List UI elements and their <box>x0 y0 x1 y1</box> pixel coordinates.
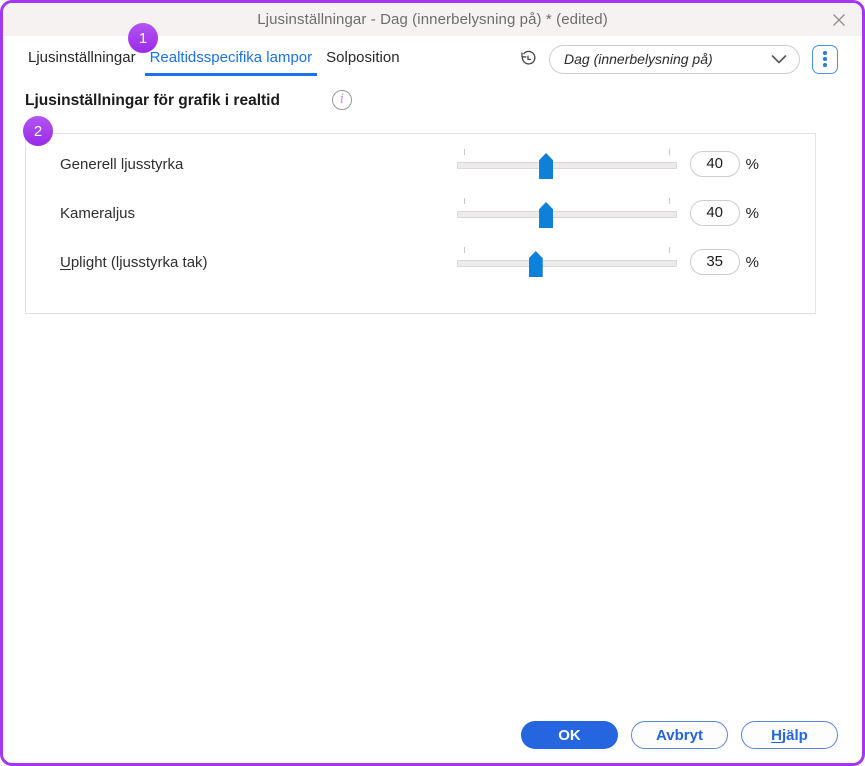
tab-realtidsspecifika-lampor[interactable]: Realtidsspecifika lampor <box>144 42 318 76</box>
chevron-down-icon <box>771 54 787 64</box>
slider-thumb[interactable] <box>539 153 554 179</box>
slider-tick-min <box>463 247 465 253</box>
camera-light-slider[interactable] <box>456 198 677 228</box>
unit-label: % <box>745 253 759 271</box>
uplight-slider[interactable] <box>456 247 677 277</box>
section-heading: Ljusinställningar för grafik i realtid <box>25 92 280 109</box>
slider-row-general-brightness: Generell ljusstyrka 40 % <box>60 149 759 179</box>
slider-thumb[interactable] <box>528 251 543 277</box>
preset-dropdown[interactable]: Dag (innerbelysning på) <box>549 44 800 74</box>
slider-value-field[interactable]: 40 <box>689 200 740 226</box>
unit-label: % <box>745 155 759 173</box>
light-settings-dialog: Ljusinställningar - Dag (innerbelysning … <box>0 0 865 766</box>
ok-button[interactable]: OK <box>521 721 618 749</box>
slider-tick-max <box>668 247 670 253</box>
slider-tick-max <box>668 149 670 155</box>
slider-row-uplight: Uplight (ljusstyrka tak) 35 % <box>60 247 759 277</box>
tab-ljusinstallningar[interactable]: Ljusinställningar <box>23 42 141 76</box>
slider-label: Kameraljus <box>60 204 136 222</box>
slider-track[interactable] <box>456 162 677 169</box>
annotation-badge-2: 2 <box>23 116 53 146</box>
help-button[interactable]: Hjälp <box>741 721 838 749</box>
slider-thumb[interactable] <box>539 202 554 228</box>
unit-label: % <box>745 204 759 222</box>
slider-label: Uplight (ljusstyrka tak) <box>60 253 208 271</box>
history-restore-icon <box>521 50 536 65</box>
kebab-dots-icon <box>823 51 827 67</box>
slider-tick-min <box>463 198 465 204</box>
slider-track[interactable] <box>456 260 677 267</box>
realtime-light-panel: Generell ljusstyrka 40 % Kameraljus 40 %… <box>25 133 816 314</box>
more-options-button[interactable] <box>812 44 838 74</box>
close-button[interactable] <box>828 9 850 31</box>
toolbar-controls: Dag (innerbelysning på) <box>519 42 838 76</box>
general-brightness-slider[interactable] <box>456 149 677 179</box>
cancel-button[interactable]: Avbryt <box>631 721 728 749</box>
footer-buttons: OK Avbryt Hjälp <box>521 721 838 749</box>
preset-dropdown-value: Dag (innerbelysning på) <box>564 51 713 67</box>
history-button[interactable] <box>519 50 537 68</box>
close-icon <box>833 13 845 26</box>
dialog-title: Ljusinställningar - Dag (innerbelysning … <box>257 11 608 28</box>
info-icon[interactable]: i <box>332 90 352 110</box>
slider-tick-max <box>668 198 670 204</box>
slider-value-field[interactable]: 40 <box>689 151 740 177</box>
section-heading-row: Ljusinställningar för grafik i realtid i <box>3 90 862 112</box>
slider-row-camera-light: Kameraljus 40 % <box>60 198 759 228</box>
slider-tick-min <box>463 149 465 155</box>
slider-label: Generell ljusstyrka <box>60 155 184 173</box>
tab-solposition[interactable]: Solposition <box>321 42 404 76</box>
annotation-badge-1: 1 <box>128 23 158 53</box>
slider-track[interactable] <box>456 211 677 218</box>
slider-value-field[interactable]: 35 <box>689 249 740 275</box>
